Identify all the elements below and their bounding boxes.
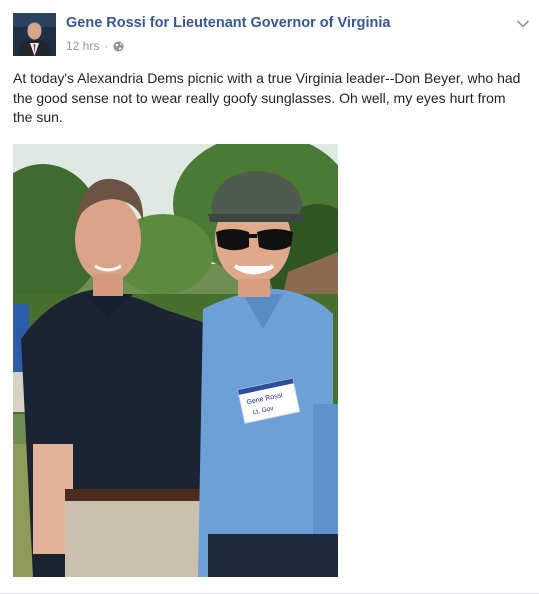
timestamp-link[interactable]: 12 hrs [66,39,99,53]
page-name-link[interactable]: Gene Rossi for Lieutenant Governor of Vi… [66,15,390,31]
globe-icon[interactable] [113,40,124,52]
post-photo[interactable]: Gene Rossi Lt. Gov [13,144,338,577]
chevron-down-icon[interactable] [516,16,530,28]
post-meta: 12 hrs · [66,39,124,53]
avatar[interactable] [13,13,56,56]
post-text: At today's Alexandria Dems picnic with a… [13,70,521,125]
post-card: Gene Rossi for Lieutenant Governor of Vi… [0,0,539,594]
separator-dot: · [104,39,109,53]
